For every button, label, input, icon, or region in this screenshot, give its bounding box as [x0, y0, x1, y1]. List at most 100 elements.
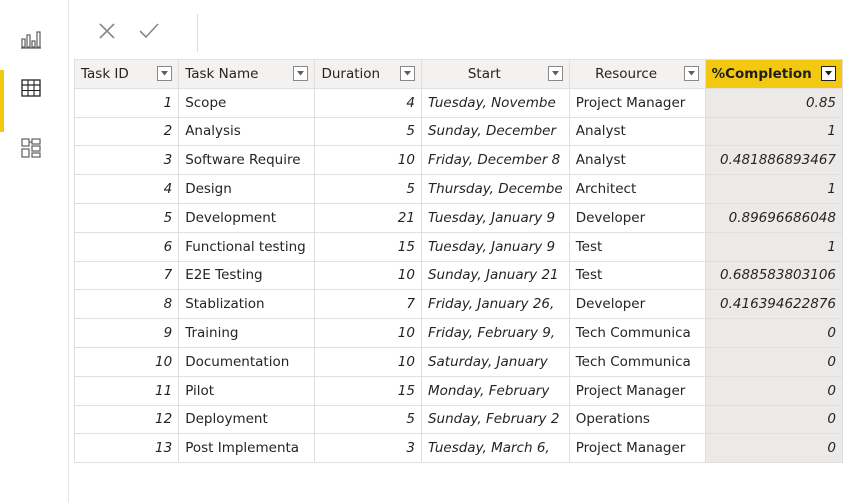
task-id-cell[interactable]: 10 [73, 346, 180, 377]
duration-cell[interactable]: 7 [314, 289, 422, 320]
resource-cell[interactable]: Operations [568, 404, 706, 435]
start-cell[interactable]: Friday, February 9, [420, 318, 570, 348]
column-header-duration[interactable]: Duration [314, 59, 422, 89]
chevron-down-icon[interactable] [293, 66, 309, 81]
task-name-cell[interactable]: Pilot [178, 375, 316, 406]
task-id-cell[interactable]: 2 [73, 116, 180, 147]
duration-cell[interactable]: 10 [314, 145, 422, 176]
view-rail [0, 0, 62, 502]
duration-cell[interactable]: 15 [314, 375, 422, 406]
completion-cell[interactable]: 0 [704, 404, 843, 435]
report-view-button[interactable] [0, 20, 62, 60]
commit-button[interactable] [136, 20, 162, 46]
table-row: 13 Post Implementa 3 Tuesday, March 6, Proje… [73, 433, 843, 464]
task-id-cell[interactable]: 7 [73, 260, 180, 291]
chevron-down-icon[interactable] [683, 66, 699, 81]
task-id-cell[interactable]: 8 [73, 289, 180, 320]
start-cell[interactable]: Saturday, January [420, 346, 570, 377]
task-name-cell[interactable]: Analysis [178, 116, 316, 147]
duration-cell[interactable]: 5 [314, 404, 422, 435]
task-name-cell[interactable]: Scope [178, 87, 316, 118]
duration-cell[interactable]: 10 [314, 318, 422, 348]
completion-cell[interactable]: 0.85 [704, 87, 843, 118]
column-header-task-name[interactable]: Task Name [178, 59, 316, 89]
start-cell[interactable]: Tuesday, January 9 [420, 202, 570, 233]
task-id-cell[interactable]: 6 [73, 231, 180, 262]
completion-cell[interactable]: 0.688583803106 [704, 260, 843, 291]
task-name-cell[interactable]: E2E Testing [178, 260, 316, 291]
column-header-resource[interactable]: Resource [568, 59, 706, 89]
column-header-task-id[interactable]: Task ID [73, 59, 180, 89]
completion-cell[interactable]: 0 [704, 433, 843, 464]
task-id-cell[interactable]: 12 [73, 404, 180, 435]
task-id-cell[interactable]: 1 [73, 87, 180, 118]
chevron-down-icon[interactable] [157, 66, 173, 81]
start-cell[interactable]: Tuesday, January 9 [420, 231, 570, 262]
resource-cell[interactable]: Project Manager [568, 375, 706, 406]
start-cell[interactable]: Sunday, January 21 [420, 260, 570, 291]
completion-cell[interactable]: 0.89696686048 [704, 202, 843, 233]
task-name-cell[interactable]: Post Implementa [178, 433, 316, 464]
task-name-cell[interactable]: Stablization [178, 289, 316, 320]
duration-cell[interactable]: 4 [314, 87, 422, 118]
data-view-button[interactable] [0, 68, 62, 132]
model-view-button[interactable] [0, 128, 62, 168]
task-id-cell[interactable]: 3 [73, 145, 180, 176]
duration-cell[interactable]: 5 [314, 174, 422, 204]
resource-cell[interactable]: Architect [568, 174, 706, 204]
completion-cell[interactable]: 1 [704, 116, 843, 147]
resource-cell[interactable]: Project Manager [568, 87, 706, 118]
duration-cell[interactable]: 5 [314, 116, 422, 147]
task-id-cell[interactable]: 9 [73, 318, 180, 348]
resource-cell[interactable]: Test [568, 231, 706, 262]
completion-cell[interactable]: 0.416394622876 [704, 289, 843, 320]
resource-cell[interactable]: Tech Communica [568, 346, 706, 377]
chevron-down-icon[interactable] [547, 66, 563, 81]
chevron-down-icon[interactable] [821, 66, 836, 81]
start-cell[interactable]: Thursday, Decembe [420, 174, 570, 204]
task-name-cell[interactable]: Design [178, 174, 316, 204]
duration-cell[interactable]: 10 [314, 346, 422, 377]
completion-cell[interactable]: 1 [704, 231, 843, 262]
task-name-cell[interactable]: Deployment [178, 404, 316, 435]
completion-cell[interactable]: 1 [704, 174, 843, 204]
task-name-cell[interactable]: Documentation [178, 346, 316, 377]
table-row: 6 Functional testing 15 Tuesday, January 9T… [73, 231, 843, 262]
resource-cell[interactable]: Tech Communica [568, 318, 706, 348]
completion-cell[interactable]: 0.481886893467 [704, 145, 843, 176]
resource-cell[interactable]: Analyst [568, 145, 706, 176]
completion-cell[interactable]: 0 [704, 346, 843, 377]
resource-cell[interactable]: Test [568, 260, 706, 291]
chevron-down-icon[interactable] [399, 66, 415, 81]
task-name-cell[interactable]: Software Require [178, 145, 316, 176]
resource-cell[interactable]: Developer [568, 202, 706, 233]
task-name-cell[interactable]: Functional testing [178, 231, 316, 262]
resource-cell[interactable]: Developer [568, 289, 706, 320]
start-cell[interactable]: Tuesday, Novembe [420, 87, 570, 118]
cancel-button[interactable] [94, 20, 120, 46]
task-name-cell[interactable]: Development [178, 202, 316, 233]
start-cell[interactable]: Friday, January 26, [420, 289, 570, 320]
column-header-label: Resource [595, 65, 658, 82]
start-cell[interactable]: Friday, December 8 [420, 145, 570, 176]
duration-cell[interactable]: 10 [314, 260, 422, 291]
duration-cell[interactable]: 21 [314, 202, 422, 233]
duration-cell[interactable]: 3 [314, 433, 422, 464]
resource-cell[interactable]: Project Manager [568, 433, 706, 464]
task-id-cell[interactable]: 11 [73, 375, 180, 406]
start-cell[interactable]: Sunday, February 2 [420, 404, 570, 435]
resource-cell[interactable]: Analyst [568, 116, 706, 147]
start-cell[interactable]: Sunday, December [420, 116, 570, 147]
duration-cell[interactable]: 15 [314, 231, 422, 262]
task-id-cell[interactable]: 13 [73, 433, 180, 464]
column-header-label: Task Name [185, 65, 259, 82]
column-header-completion[interactable]: %Completion [704, 59, 843, 89]
task-id-cell[interactable]: 4 [73, 174, 180, 204]
task-name-cell[interactable]: Training [178, 318, 316, 348]
completion-cell[interactable]: 0 [704, 318, 843, 348]
completion-cell[interactable]: 0 [704, 375, 843, 406]
column-header-start[interactable]: Start [420, 59, 570, 89]
task-id-cell[interactable]: 5 [73, 202, 180, 233]
start-cell[interactable]: Tuesday, March 6, [420, 433, 570, 464]
start-cell[interactable]: Monday, February [420, 375, 570, 406]
